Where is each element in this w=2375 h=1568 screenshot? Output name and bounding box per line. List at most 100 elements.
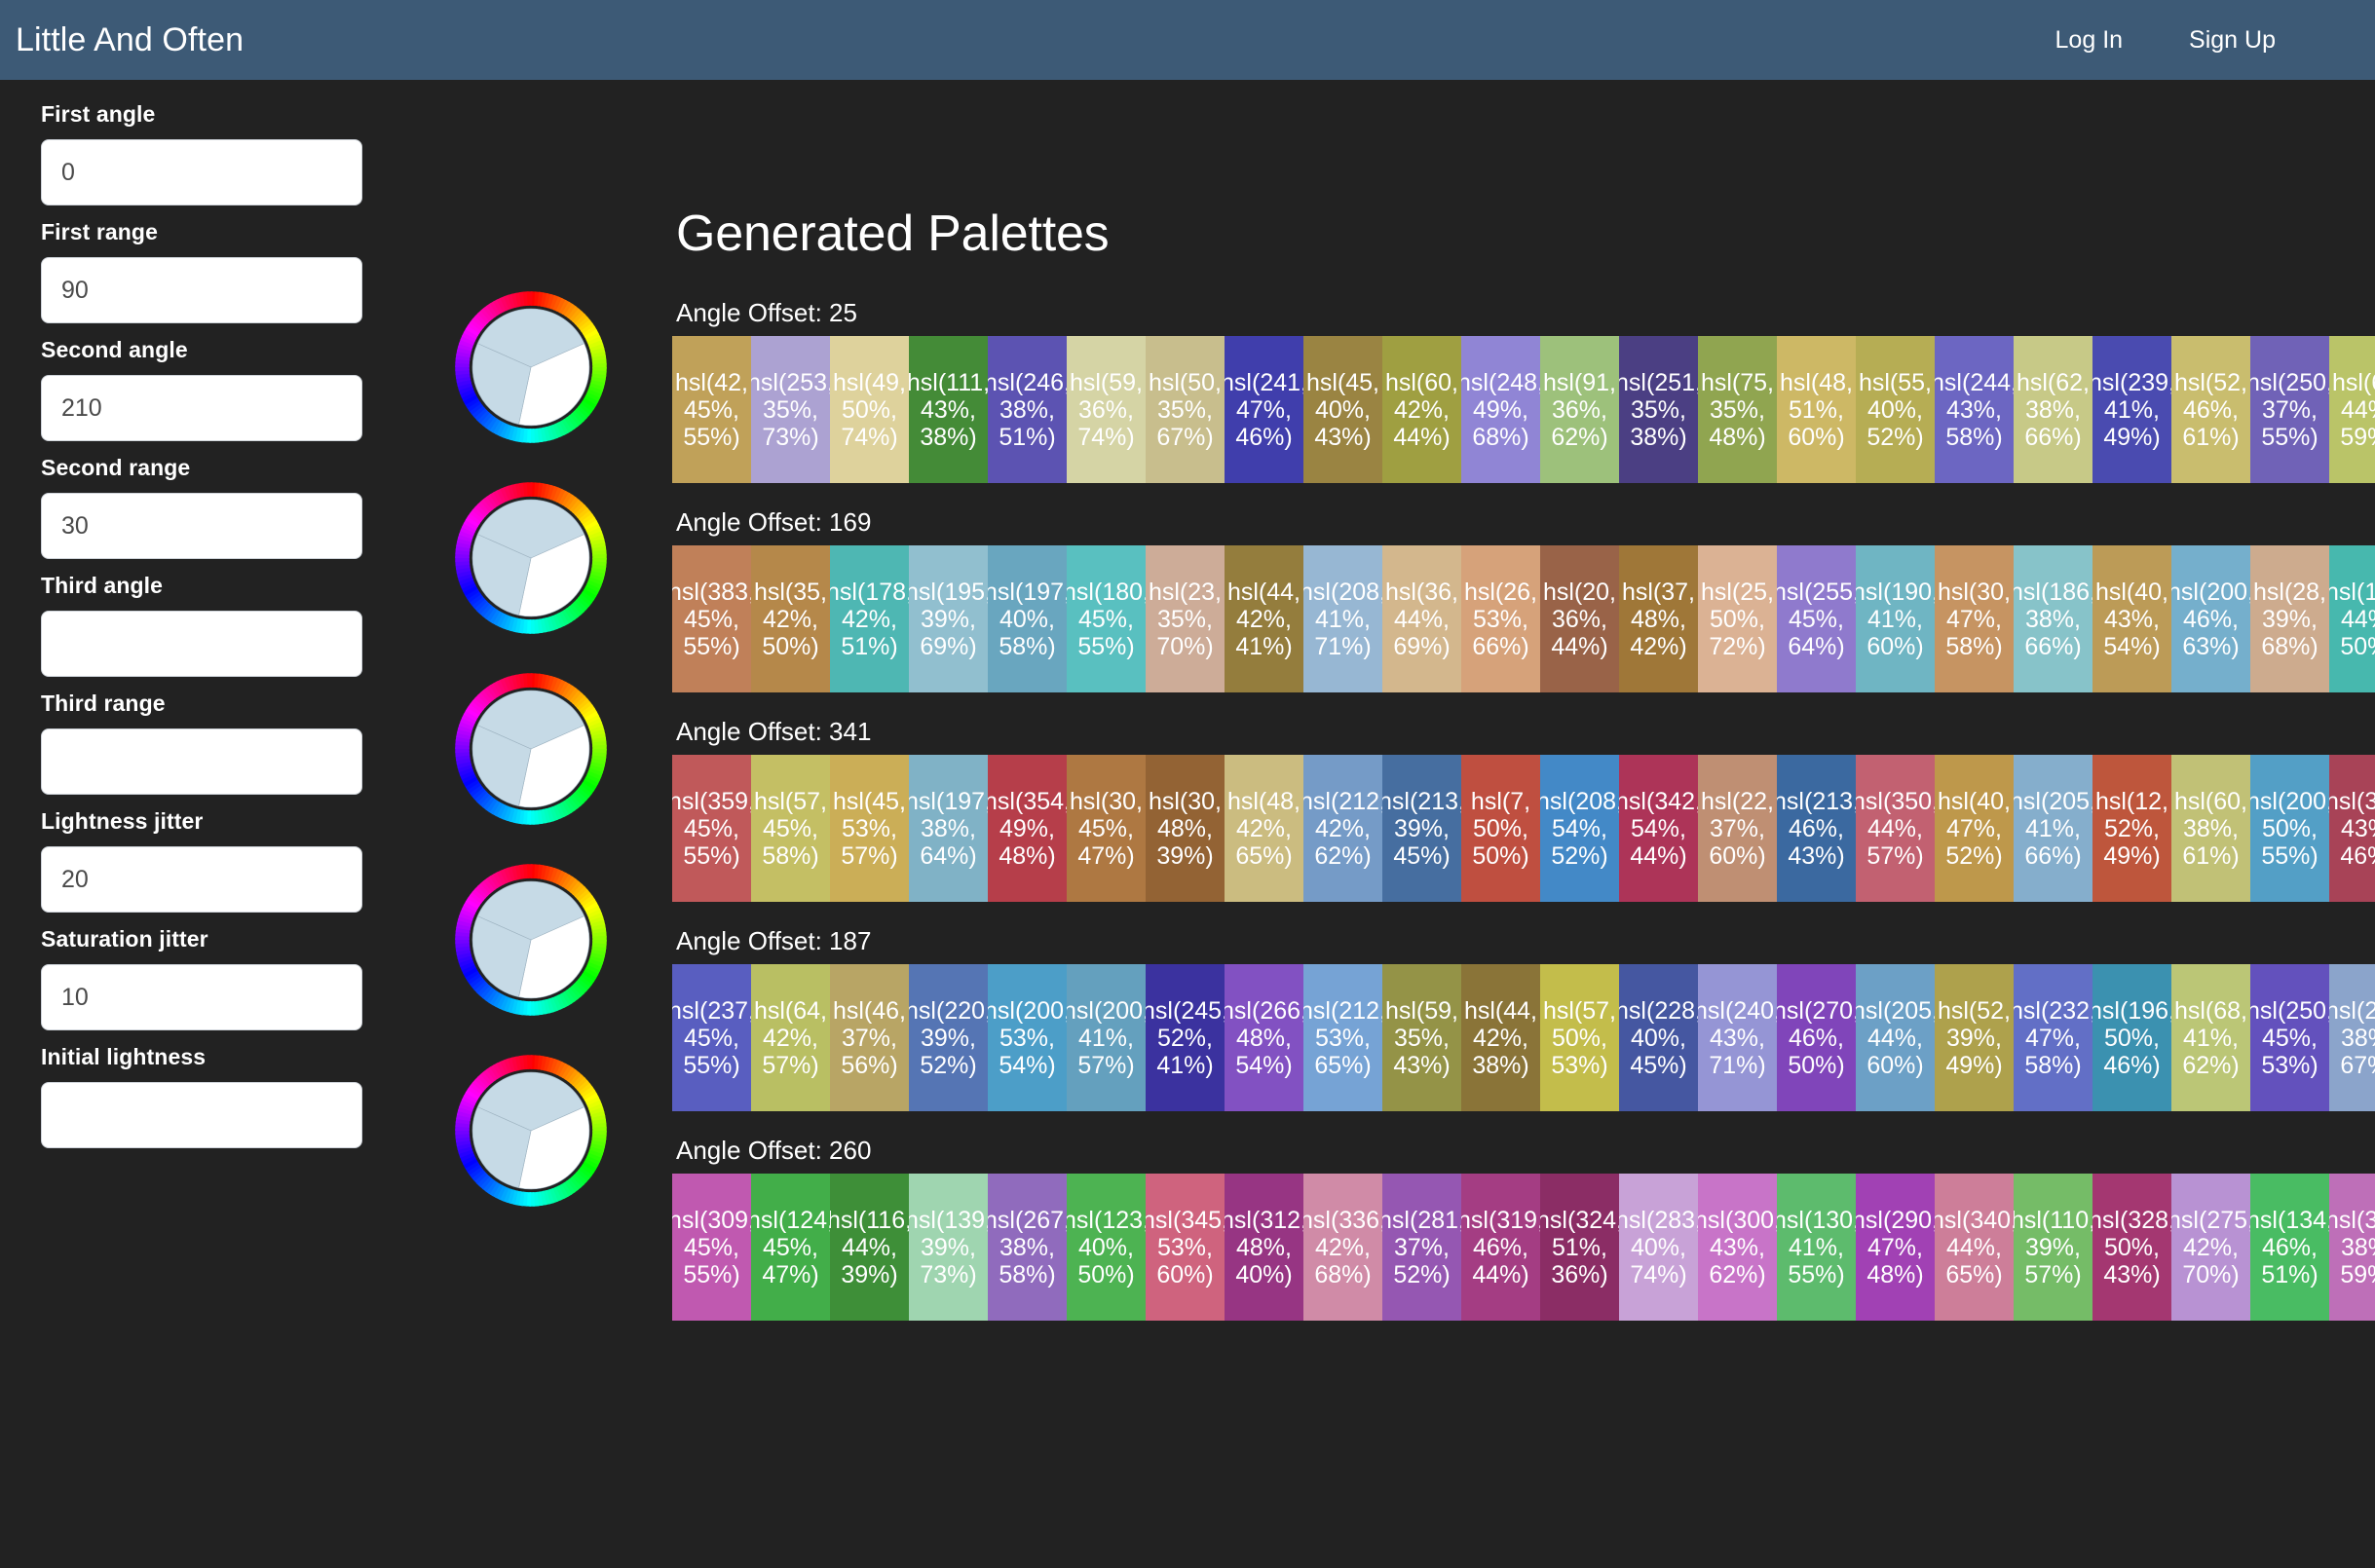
input-second-range[interactable] — [41, 493, 362, 559]
color-swatch[interactable]: hsl(228, 40%, 45%) — [1619, 964, 1698, 1111]
color-swatch[interactable]: hsl(250, 45%, 53%) — [2250, 964, 2329, 1111]
color-swatch[interactable]: hsl(48, 42%, 65%) — [1225, 755, 1303, 902]
input-initial-lightness[interactable] — [41, 1082, 362, 1148]
color-swatch[interactable]: hsl(22, 37%, 60%) — [1698, 755, 1777, 902]
color-wheel[interactable] — [452, 288, 610, 446]
color-swatch[interactable]: hsl(212, 53%, 65%) — [1303, 964, 1382, 1111]
color-swatch[interactable]: hsl(30, 45%, 47%) — [1067, 755, 1146, 902]
input-first-angle[interactable] — [41, 139, 362, 205]
color-swatch[interactable]: hsl(324, 51%, 36%) — [1540, 1174, 1619, 1321]
color-swatch[interactable]: hsl(124, 45%, 47%) — [751, 1174, 830, 1321]
color-swatch[interactable]: hsl(30, 48%, 39%) — [1146, 755, 1225, 902]
color-swatch[interactable]: hsl(197, 40%, 58%) — [988, 545, 1067, 692]
color-swatch[interactable]: hsl(208, 41%, 71%) — [1303, 545, 1382, 692]
color-swatch[interactable]: hsl(52, 46%, 61%) — [2171, 336, 2250, 483]
color-swatch[interactable]: hsl(67,44%,59%) — [2329, 336, 2375, 483]
color-swatch[interactable]: hsl(251, 35%, 38%) — [1619, 336, 1698, 483]
color-swatch[interactable]: hsl(305,38%,59%) — [2329, 1174, 2375, 1321]
color-swatch[interactable]: hsl(240, 43%, 71%) — [1698, 964, 1777, 1111]
color-swatch[interactable]: hsl(359, 45%, 55%) — [672, 755, 751, 902]
color-swatch[interactable]: hsl(52, 39%, 49%) — [1935, 964, 2014, 1111]
color-swatch[interactable]: hsl(45, 40%, 43%) — [1303, 336, 1382, 483]
color-swatch[interactable]: hsl(44, 42%, 41%) — [1225, 545, 1303, 692]
color-swatch[interactable]: hsl(139, 39%, 73%) — [909, 1174, 988, 1321]
color-swatch[interactable]: hsl(28, 39%, 68%) — [2250, 545, 2329, 692]
input-lightness-jitter[interactable] — [41, 846, 362, 913]
color-swatch[interactable]: hsl(342, 54%, 44%) — [1619, 755, 1698, 902]
color-swatch[interactable]: hsl(68, 41%, 62%) — [2171, 964, 2250, 1111]
color-swatch[interactable]: hsl(20, 36%, 44%) — [1540, 545, 1619, 692]
color-swatch[interactable]: hsl(196, 50%, 46%) — [2092, 964, 2171, 1111]
color-swatch[interactable]: hsl(62, 38%, 66%) — [2014, 336, 2092, 483]
color-wheel[interactable] — [452, 670, 610, 828]
color-swatch[interactable]: hsl(220, 39%, 52%) — [909, 964, 988, 1111]
color-swatch[interactable]: hsl(267, 38%, 58%) — [988, 1174, 1067, 1321]
color-swatch[interactable]: hsl(30, 47%, 58%) — [1935, 545, 2014, 692]
color-swatch[interactable]: hsl(212, 42%, 62%) — [1303, 755, 1382, 902]
color-swatch[interactable]: hsl(134, 46%, 51%) — [2250, 1174, 2329, 1321]
color-swatch[interactable]: hsl(200, 50%, 55%) — [2250, 755, 2329, 902]
color-swatch[interactable]: hsl(248, 49%, 68%) — [1461, 336, 1540, 483]
color-swatch[interactable]: hsl(180, 45%, 55%) — [1067, 545, 1146, 692]
color-swatch[interactable]: hsl(75, 35%, 48%) — [1698, 336, 1777, 483]
color-swatch[interactable]: hsl(300, 43%, 62%) — [1698, 1174, 1777, 1321]
color-swatch[interactable]: hsl(60, 42%, 44%) — [1382, 336, 1461, 483]
color-swatch[interactable]: hsl(216,38%,67%) — [2329, 964, 2375, 1111]
color-swatch[interactable]: hsl(190, 41%, 60%) — [1856, 545, 1935, 692]
color-swatch[interactable]: hsl(205, 41%, 66%) — [2014, 755, 2092, 902]
color-swatch[interactable]: hsl(200, 46%, 63%) — [2171, 545, 2250, 692]
color-swatch[interactable]: hsl(36, 44%, 69%) — [1382, 545, 1461, 692]
color-swatch[interactable]: hsl(245, 52%, 41%) — [1146, 964, 1225, 1111]
color-swatch[interactable]: hsl(345, 53%, 60%) — [1146, 1174, 1225, 1321]
color-swatch[interactable]: hsl(195, 39%, 69%) — [909, 545, 988, 692]
color-swatch[interactable]: hsl(35, 42%, 50%) — [751, 545, 830, 692]
color-swatch[interactable]: hsl(46, 37%, 56%) — [830, 964, 909, 1111]
color-swatch[interactable]: hsl(283, 40%, 74%) — [1619, 1174, 1698, 1321]
color-swatch[interactable]: hsl(208, 54%, 52%) — [1540, 755, 1619, 902]
color-swatch[interactable]: hsl(12, 52%, 49%) — [2092, 755, 2171, 902]
color-swatch[interactable]: hsl(40, 47%, 52%) — [1935, 755, 2014, 902]
input-third-angle[interactable] — [41, 611, 362, 677]
color-swatch[interactable]: hsl(23, 35%, 70%) — [1146, 545, 1225, 692]
color-swatch[interactable]: hsl(60, 38%, 61%) — [2171, 755, 2250, 902]
input-second-angle[interactable] — [41, 375, 362, 441]
color-swatch[interactable]: hsl(213, 46%, 43%) — [1777, 755, 1856, 902]
color-swatch[interactable]: hsl(197, 38%, 64%) — [909, 755, 988, 902]
color-wheel[interactable] — [452, 1052, 610, 1210]
color-swatch[interactable]: hsl(246, 38%, 51%) — [988, 336, 1067, 483]
color-swatch[interactable]: hsl(130, 41%, 55%) — [1777, 1174, 1856, 1321]
color-swatch[interactable]: hsl(275, 42%, 70%) — [2171, 1174, 2250, 1321]
color-swatch[interactable]: hsl(253, 35%, 73%) — [751, 336, 830, 483]
color-swatch[interactable]: hsl(348,43%,46%) — [2329, 755, 2375, 902]
color-swatch[interactable]: hsl(45, 53%, 57%) — [830, 755, 909, 902]
color-swatch[interactable]: hsl(123, 40%, 50%) — [1067, 1174, 1146, 1321]
color-swatch[interactable]: hsl(57, 50%, 53%) — [1540, 964, 1619, 1111]
color-swatch[interactable]: hsl(328, 50%, 43%) — [2092, 1174, 2171, 1321]
color-swatch[interactable]: hsl(26, 53%, 66%) — [1461, 545, 1540, 692]
color-swatch[interactable]: hsl(354, 49%, 48%) — [988, 755, 1067, 902]
color-wheel[interactable] — [452, 861, 610, 1019]
color-swatch[interactable]: hsl(44, 42%, 38%) — [1461, 964, 1540, 1111]
color-swatch[interactable]: hsl(290, 47%, 48%) — [1856, 1174, 1935, 1321]
nav-link-signup[interactable]: Sign Up — [2175, 20, 2289, 60]
color-swatch[interactable]: hsl(350, 44%, 57%) — [1856, 755, 1935, 902]
color-swatch[interactable]: hsl(57, 45%, 58%) — [751, 755, 830, 902]
nav-link-login[interactable]: Log In — [2042, 20, 2137, 60]
color-swatch[interactable]: hsl(319, 46%, 44%) — [1461, 1174, 1540, 1321]
color-swatch[interactable]: hsl(64, 42%, 57%) — [751, 964, 830, 1111]
color-swatch[interactable]: hsl(241, 47%, 46%) — [1225, 336, 1303, 483]
color-wheel[interactable] — [452, 479, 610, 637]
color-swatch[interactable]: hsl(91, 36%, 62%) — [1540, 336, 1619, 483]
color-swatch[interactable]: hsl(25, 50%, 72%) — [1698, 545, 1777, 692]
color-swatch[interactable]: hsl(266, 48%, 54%) — [1225, 964, 1303, 1111]
color-swatch[interactable]: hsl(383, 45%, 55%) — [672, 545, 751, 692]
brand-title[interactable]: Little And Often — [16, 21, 244, 59]
color-swatch[interactable]: hsl(7, 50%, 50%) — [1461, 755, 1540, 902]
color-swatch[interactable]: hsl(281, 37%, 52%) — [1382, 1174, 1461, 1321]
color-swatch[interactable]: hsl(213, 39%, 45%) — [1382, 755, 1461, 902]
color-swatch[interactable]: hsl(42, 45%, 55%) — [672, 336, 751, 483]
color-swatch[interactable]: hsl(116, 44%, 39%) — [830, 1174, 909, 1321]
color-swatch[interactable]: hsl(340, 44%, 65%) — [1935, 1174, 2014, 1321]
color-swatch[interactable]: hsl(237, 45%, 55%) — [672, 964, 751, 1111]
color-swatch[interactable]: hsl(312, 48%, 40%) — [1225, 1174, 1303, 1321]
